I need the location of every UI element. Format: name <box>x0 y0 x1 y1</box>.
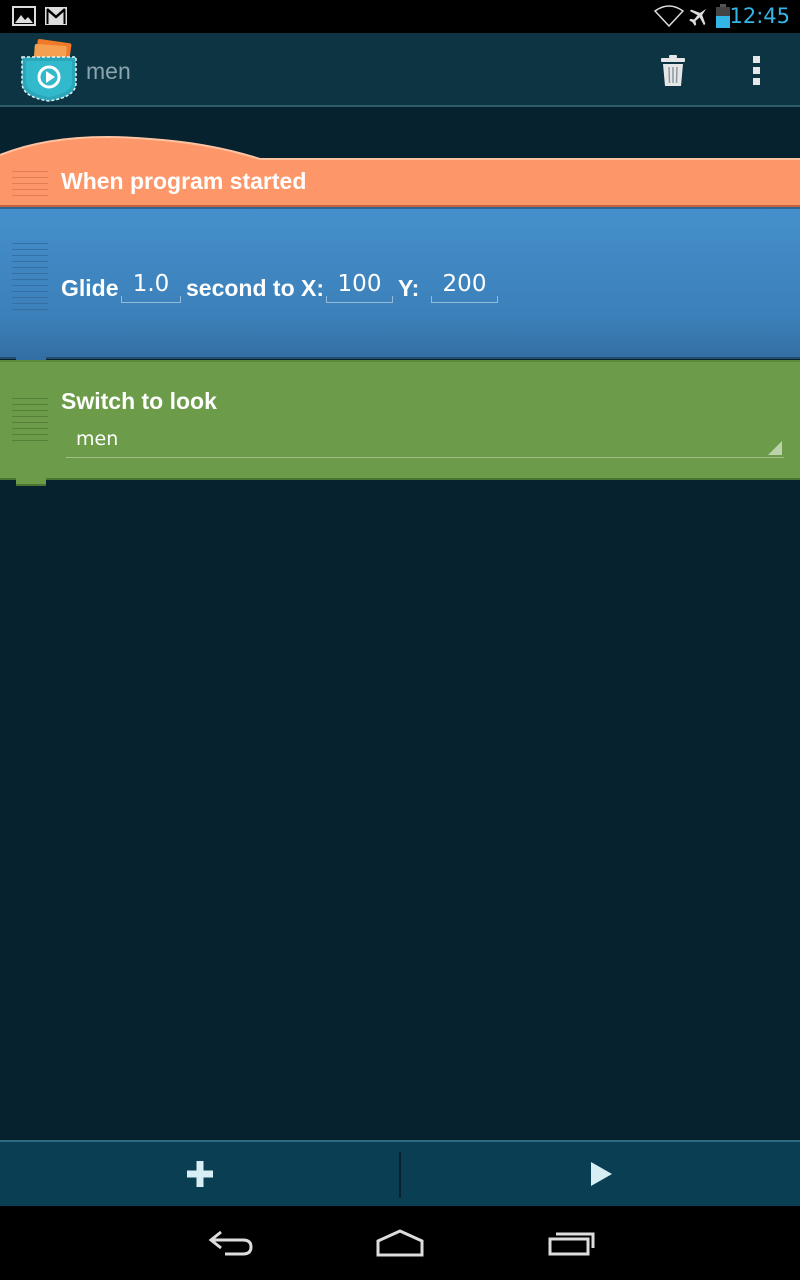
glide-brick[interactable]: Glide 1.0 second to X: 100 Y: 200 <box>0 207 800 365</box>
status-bar: 12:45 <box>0 0 800 33</box>
pocket-code-icon[interactable] <box>20 37 78 103</box>
airplane-mode-icon <box>689 8 707 26</box>
overflow-menu-icon <box>753 56 760 85</box>
look-spinner-value: men <box>76 428 119 450</box>
switch-to-look-brick[interactable]: Switch to look men <box>0 360 800 486</box>
bottom-bar <box>0 1140 800 1206</box>
recent-apps-button[interactable] <box>532 1220 612 1266</box>
gmail-icon <box>45 7 67 25</box>
add-brick-button[interactable] <box>0 1142 399 1206</box>
plus-icon <box>186 1161 213 1187</box>
battery-icon <box>716 4 730 28</box>
recent-apps-icon <box>548 1232 595 1256</box>
overflow-menu-button[interactable] <box>740 47 774 95</box>
play-button[interactable] <box>401 1142 800 1206</box>
drag-handle[interactable] <box>12 398 48 446</box>
page-title: men <box>86 58 131 84</box>
brick-label: When program started <box>61 168 307 194</box>
seconds-field[interactable]: 1.0 <box>121 269 181 303</box>
second-to-x-label: second to X: <box>186 275 325 301</box>
back-button[interactable] <box>190 1220 270 1266</box>
clock: 12:45 <box>729 4 790 28</box>
brick-label: Switch to look <box>61 388 217 414</box>
when-program-started-brick[interactable]: When program started <box>0 135 800 215</box>
look-spinner[interactable]: men <box>66 424 784 458</box>
y-label: Y: <box>398 275 420 301</box>
navigation-bar <box>0 1206 800 1280</box>
drag-handle[interactable] <box>12 243 48 315</box>
action-bar: men <box>0 33 800 107</box>
play-icon <box>590 1162 612 1186</box>
image-notification-icon <box>12 6 36 26</box>
screen: 12:45 men When program started Glide 1.0… <box>0 0 800 1280</box>
y-field[interactable]: 200 <box>431 269 498 303</box>
delete-button[interactable] <box>648 47 698 95</box>
trash-icon <box>661 55 685 86</box>
drag-handle[interactable] <box>12 171 48 201</box>
spinner-arrow-icon <box>768 441 782 455</box>
glide-label: Glide <box>61 275 119 301</box>
wifi-icon <box>654 5 684 27</box>
brick-connector <box>16 478 46 486</box>
home-button[interactable] <box>360 1220 440 1266</box>
back-icon <box>208 1230 253 1256</box>
x-field[interactable]: 100 <box>326 269 393 303</box>
script-area[interactable]: When program started Glide 1.0 second to… <box>0 109 800 1139</box>
home-icon <box>376 1229 424 1257</box>
